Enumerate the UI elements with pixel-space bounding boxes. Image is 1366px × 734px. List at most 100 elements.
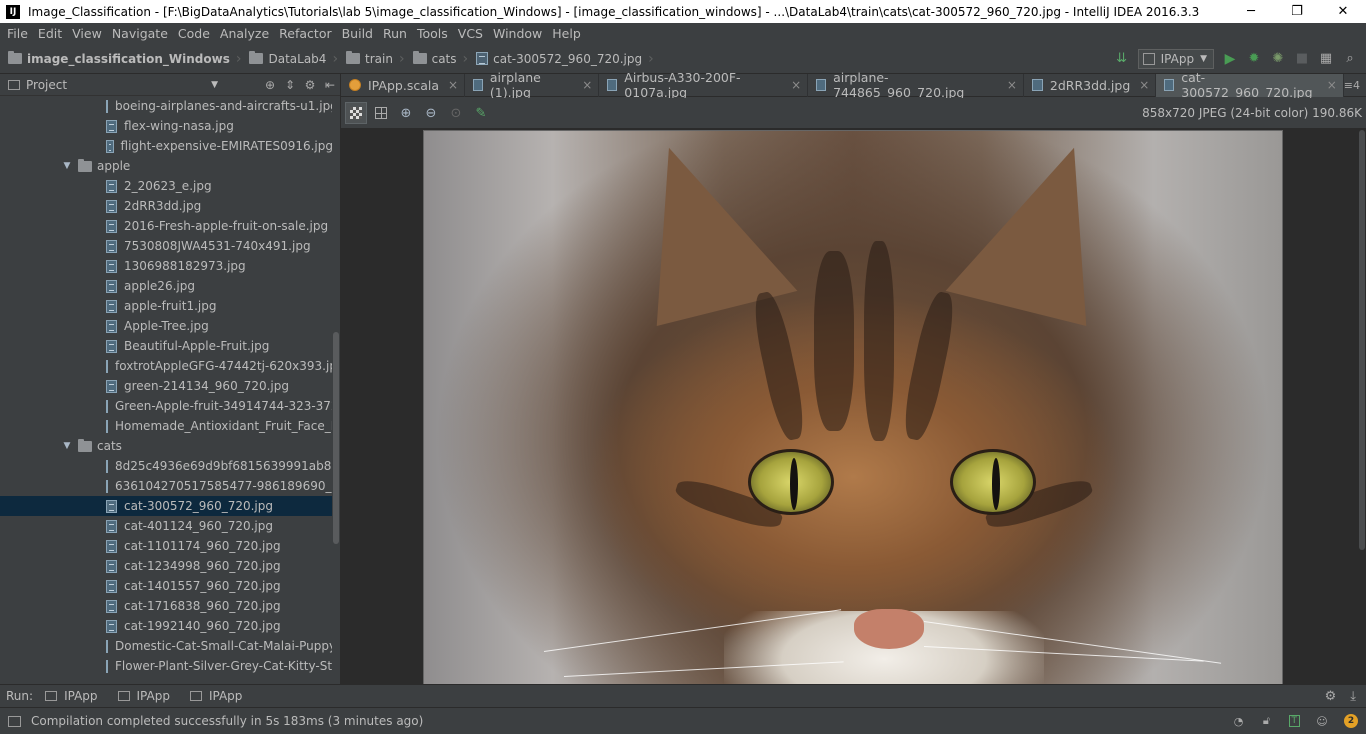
tree-file[interactable]: 2016-Fresh-apple-fruit-on-sale.jpg: [0, 216, 333, 236]
tree-file[interactable]: cat-300572_960_720.jpg: [0, 496, 333, 516]
chevron-down-icon[interactable]: ▼: [211, 80, 218, 90]
tree-file[interactable]: 7530808JWA4531-740x491.jpg: [0, 236, 333, 256]
menu-edit[interactable]: Edit: [33, 23, 67, 44]
tree-file[interactable]: cat-401124_960_720.jpg: [0, 516, 333, 536]
tree-file[interactable]: apple-fruit1.jpg: [0, 296, 333, 316]
menu-run[interactable]: Run: [378, 23, 412, 44]
event-log-badge[interactable]: 2: [1344, 714, 1358, 728]
tree-file[interactable]: cat-1992140_960_720.jpg: [0, 616, 333, 636]
tree-file[interactable]: cat-1401557_960_720.jpg: [0, 576, 333, 596]
target-icon[interactable]: ⊕: [260, 78, 280, 92]
coverage-icon[interactable]: ✺: [1270, 51, 1286, 67]
tree-file[interactable]: 2_20623_e.jpg: [0, 176, 333, 196]
scrollbar-thumb[interactable]: [333, 332, 339, 544]
editor-tab[interactable]: airplane-744865_960_720.jpg ×: [808, 70, 1024, 100]
color-picker-icon[interactable]: ✎: [470, 102, 492, 124]
expand-arrow-icon[interactable]: ▼: [62, 441, 72, 451]
viewer-scrollbar[interactable]: [1358, 128, 1366, 684]
run-tab[interactable]: IPApp: [117, 689, 170, 703]
breadcrumb-cats[interactable]: cats ›: [412, 44, 477, 74]
run-icon[interactable]: ▶: [1222, 51, 1238, 67]
collapse-all-icon[interactable]: ⇕: [280, 78, 300, 92]
editor-tab[interactable]: airplane (1).jpg ×: [465, 70, 600, 100]
project-scrollbar[interactable]: [332, 96, 340, 684]
run-configuration-select[interactable]: IPApp ▼: [1137, 48, 1214, 69]
grid-toggle-icon[interactable]: [370, 102, 392, 124]
tree-file[interactable]: green-214134_960_720.jpg: [0, 376, 333, 396]
close-tab-icon[interactable]: ×: [448, 78, 458, 92]
tree-file[interactable]: 2dRR3dd.jpg: [0, 196, 333, 216]
memory-indicator-icon[interactable]: ◔: [1233, 715, 1245, 728]
menu-analyze[interactable]: Analyze: [215, 23, 274, 44]
close-tab-icon[interactable]: ×: [1007, 78, 1017, 92]
editor-tab[interactable]: Airbus-A330-200F-0107a.jpg ×: [599, 70, 809, 100]
menu-window[interactable]: Window: [488, 23, 547, 44]
lock-icon[interactable]: 🔓︎: [1261, 714, 1273, 727]
project-structure-icon[interactable]: ▦: [1318, 51, 1334, 67]
tree-file[interactable]: flight-expensive-EMIRATES0916.jpg: [0, 136, 333, 156]
tree-file[interactable]: cat-1234998_960_720.jpg: [0, 556, 333, 576]
menu-tools[interactable]: Tools: [412, 23, 453, 44]
scrollbar-thumb[interactable]: [1359, 130, 1365, 550]
tree-folder[interactable]: ▼ cats: [0, 436, 333, 456]
actual-size-icon[interactable]: ⊙: [445, 102, 467, 124]
close-tab-icon[interactable]: ×: [1139, 78, 1149, 92]
chessboard-toggle-icon[interactable]: [345, 102, 367, 124]
tree-file[interactable]: flex-wing-nasa.jpg: [0, 116, 333, 136]
close-tab-icon[interactable]: ×: [1327, 78, 1337, 92]
menu-view[interactable]: View: [67, 23, 107, 44]
tree-file[interactable]: foxtrotAppleGFG-47442tj-620x393.jpg: [0, 356, 333, 376]
hide-panel-icon[interactable]: ⤓: [1350, 689, 1356, 704]
editor-tab[interactable]: cat-300572_960_720.jpg ×: [1156, 70, 1344, 100]
menu-vcs[interactable]: VCS: [453, 23, 488, 44]
breadcrumb-project[interactable]: image_classification_Windows ›: [8, 44, 249, 74]
tool-windows-icon[interactable]: [8, 715, 21, 727]
menu-build[interactable]: Build: [337, 23, 378, 44]
tree-file[interactable]: 1306988182973.jpg: [0, 256, 333, 276]
menu-refactor[interactable]: Refactor: [274, 23, 336, 44]
hide-panel-icon[interactable]: ⇤: [320, 78, 340, 92]
breadcrumb-datalab4[interactable]: DataLab4 ›: [249, 44, 346, 74]
restore-button[interactable]: ❐: [1274, 0, 1320, 23]
tree-file[interactable]: boeing-airplanes-and-aircrafts-u1.jpg: [0, 96, 333, 116]
editor-tab[interactable]: 2dRR3dd.jpg ×: [1024, 73, 1157, 97]
zoom-in-icon[interactable]: ⊕: [395, 102, 417, 124]
gear-icon[interactable]: ⚙: [1325, 689, 1337, 704]
tree-file[interactable]: 636104270517585477-986189690_maxresde: [0, 476, 333, 496]
run-tab[interactable]: IPApp: [189, 689, 242, 703]
tab-overflow-button[interactable]: ≡4: [1344, 79, 1366, 92]
typo-inspection-icon[interactable]: T: [1288, 715, 1300, 727]
close-window-button[interactable]: ✕: [1320, 0, 1366, 23]
tree-file[interactable]: Flower-Plant-Silver-Grey-Cat-Kitty-Still…: [0, 656, 333, 676]
menu-code[interactable]: Code: [173, 23, 215, 44]
stop-icon[interactable]: ■: [1294, 51, 1310, 67]
editor-tab[interactable]: IPApp.scala ×: [341, 73, 466, 97]
hector-icon[interactable]: ☺︎: [1316, 715, 1328, 728]
gear-icon[interactable]: ⚙: [300, 78, 320, 92]
tree-file[interactable]: Homemade_Antioxidant_Fruit_Face_Pack: [0, 416, 333, 436]
menu-navigate[interactable]: Navigate: [107, 23, 173, 44]
tree-file[interactable]: apple26.jpg: [0, 276, 333, 296]
menu-file[interactable]: File: [2, 23, 33, 44]
minimize-button[interactable]: ─: [1228, 0, 1274, 23]
tree-file[interactable]: Apple-Tree.jpg: [0, 316, 333, 336]
tree-file[interactable]: cat-1716838_960_720.jpg: [0, 596, 333, 616]
breadcrumb-file[interactable]: cat-300572_960_720.jpg ›: [476, 44, 662, 74]
run-tab[interactable]: IPApp: [45, 689, 98, 703]
search-everywhere-icon[interactable]: ⌕: [1342, 51, 1358, 67]
close-tab-icon[interactable]: ×: [582, 78, 592, 92]
tree-file[interactable]: Green-Apple-fruit-34914744-323-372.jpg: [0, 396, 333, 416]
debug-icon[interactable]: ✹: [1246, 51, 1262, 67]
tree-file[interactable]: 8d25c4936e69d9bf6815639991ab8cbf.jpg: [0, 456, 333, 476]
tree-file[interactable]: Domestic-Cat-Small-Cat-Malai-Puppy-Ki: [0, 636, 333, 656]
status-message[interactable]: Compilation completed successfully in 5s…: [31, 714, 423, 728]
project-panel-title[interactable]: Project: [26, 78, 211, 92]
zoom-out-icon[interactable]: ⊖: [420, 102, 442, 124]
tree-file[interactable]: cat-1101174_960_720.jpg: [0, 536, 333, 556]
close-tab-icon[interactable]: ×: [791, 78, 801, 92]
tree-file[interactable]: Beautiful-Apple-Fruit.jpg: [0, 336, 333, 356]
build-project-icon[interactable]: ⇊: [1114, 51, 1130, 67]
breadcrumb-train[interactable]: train ›: [346, 44, 413, 74]
menu-help[interactable]: Help: [547, 23, 586, 44]
expand-arrow-icon[interactable]: ▼: [62, 161, 72, 171]
